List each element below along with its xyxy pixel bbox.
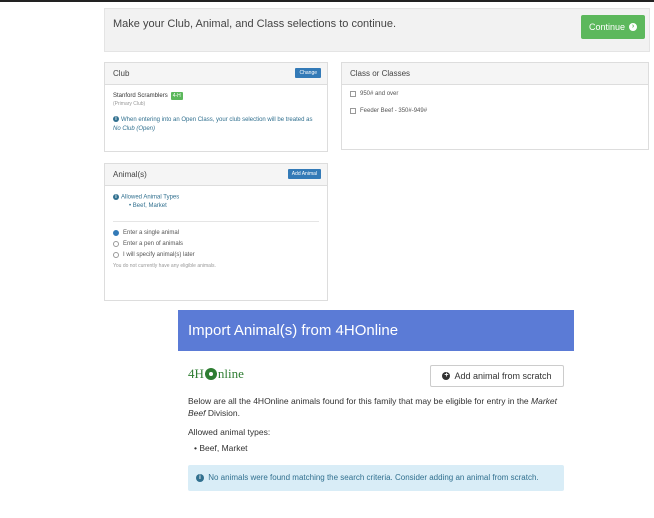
allowed-types-heading: i Allowed Animal Types — [113, 194, 319, 201]
open-class-note: i When entering into an Open Class, your … — [113, 116, 319, 134]
classes-panel-header: Class or Classes — [342, 63, 648, 85]
animals-panel-title: Animal(s) — [113, 170, 147, 179]
allowed-type-item: • Beef, Market — [188, 443, 564, 453]
continue-label: Continue — [588, 22, 626, 32]
classes-panel-title: Class or Classes — [350, 69, 411, 78]
radio-icon[interactable] — [113, 240, 119, 247]
description-text: Below are all the 4HOnline animals found… — [188, 396, 532, 406]
checkbox-icon[interactable] — [350, 108, 356, 114]
entry-option-label: I will specify animal(s) later — [123, 251, 195, 258]
entry-option-later[interactable]: I will specify animal(s) later — [113, 251, 319, 258]
open-class-note-emphasis: No Club (Open) — [113, 126, 156, 132]
entry-option-single[interactable]: Enter a single animal — [113, 229, 319, 236]
add-scratch-label: Add animal from scratch — [454, 371, 552, 381]
arrow-right-circle-icon: › — [629, 23, 638, 31]
bullet-glyph: • — [194, 443, 197, 453]
class-option[interactable]: Feeder Beef - 350#-949# — [350, 108, 640, 114]
class-option-label: 950# and over — [360, 91, 399, 97]
class-option[interactable]: 950# and over — [350, 91, 640, 97]
alert-text: No animals were found matching the searc… — [208, 473, 539, 482]
open-class-note-text: When entering into an Open Class, your c… — [121, 117, 313, 123]
import-animals-modal: Import Animal(s) from 4HOnline 4H nline +… — [178, 310, 574, 518]
classes-panel: Class or Classes 950# and over Feeder Be… — [341, 62, 649, 150]
modal-title: Import Animal(s) from 4HOnline — [178, 310, 574, 351]
add-animal-button[interactable]: Add Animal — [287, 169, 321, 179]
animals-panel: Animal(s) Add Animal i Allowed Animal Typ… — [104, 163, 328, 301]
club-panel-title: Club — [113, 69, 130, 78]
selection-banner: Make your Club, Animal, and Class select… — [104, 8, 650, 52]
info-icon: i — [113, 194, 119, 200]
allowed-types-title: Allowed Animal Types — [121, 194, 180, 201]
plus-circle-icon: + — [442, 372, 451, 380]
clover-icon — [204, 368, 217, 380]
info-icon: i — [113, 116, 119, 123]
club-panel: Club Change Stanford Scramblers 4-H (Pri… — [104, 62, 328, 152]
no-animals-alert: i No animals were found matching the sea… — [188, 465, 564, 491]
radio-selected-icon[interactable] — [113, 229, 119, 236]
add-animal-from-scratch-button[interactable]: + Add animal from scratch — [430, 365, 564, 387]
club-subtitle: (Primary Club) — [113, 101, 146, 107]
info-icon: i — [196, 473, 204, 482]
club-name: Stanford Scramblers — [113, 93, 168, 99]
allowed-type-label: Beef, Market — [199, 443, 248, 453]
radio-icon[interactable] — [113, 251, 119, 258]
logo-text-right: nline — [217, 366, 244, 381]
no-eligible-animals-note: You do not currently have any eligible a… — [113, 262, 216, 269]
entry-option-pen[interactable]: Enter a pen of animals — [113, 240, 319, 247]
allowed-types-label: Allowed animal types: — [188, 427, 271, 437]
entry-option-label: Enter a single animal — [123, 229, 180, 236]
change-club-button[interactable]: Change — [295, 68, 321, 78]
banner-message: Make your Club, Animal, and Class select… — [113, 18, 397, 30]
entry-option-label: Enter a pen of animals — [123, 240, 184, 247]
bullet-glyph: • — [129, 202, 132, 209]
club-name-row: Stanford Scramblers 4-H — [113, 92, 319, 100]
logo-text-left: 4H — [188, 366, 204, 381]
animals-panel-header: Animal(s) Add Animal — [105, 164, 327, 186]
top-border — [0, 0, 654, 2]
description-suffix: Division. — [205, 408, 240, 418]
allowed-type-label: Beef, Market — [132, 202, 167, 209]
club-panel-header: Club Change — [105, 63, 327, 85]
class-option-label: Feeder Beef - 350#-949# — [360, 108, 428, 114]
checkbox-icon[interactable] — [350, 91, 356, 97]
modal-description: Below are all the 4HOnline animals found… — [188, 395, 564, 419]
allowed-type-item: • Beef, Market — [129, 203, 319, 209]
continue-button[interactable]: Continue › — [581, 15, 645, 39]
divider — [113, 220, 319, 222]
club-type-badge: 4-H — [170, 92, 183, 100]
